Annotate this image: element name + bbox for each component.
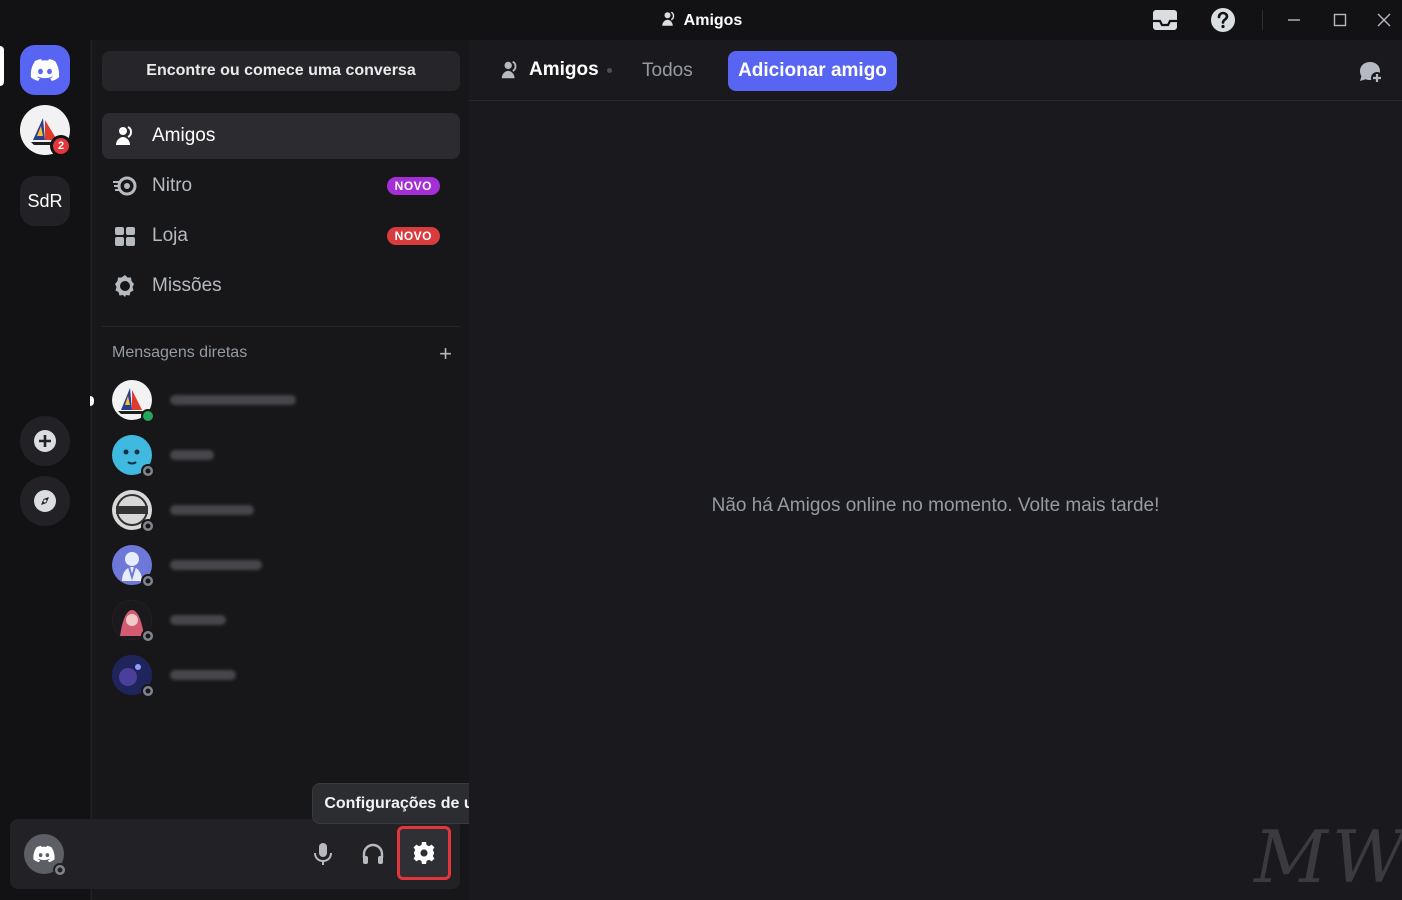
quests-icon bbox=[112, 273, 138, 299]
server-1-button[interactable]: 2 bbox=[20, 105, 72, 157]
unread-indicator bbox=[90, 396, 94, 406]
new-badge-shop: NOVO bbox=[386, 227, 440, 245]
friends-icon bbox=[112, 123, 138, 149]
gear-icon bbox=[413, 842, 435, 864]
window-title: Amigos bbox=[0, 10, 1402, 30]
dm-name-redacted bbox=[170, 450, 214, 460]
direct-messages-header: Mensagens diretas + bbox=[112, 341, 452, 367]
minimize-icon bbox=[1288, 19, 1300, 21]
dm-item[interactable] bbox=[102, 485, 460, 535]
dm-item[interactable] bbox=[102, 540, 460, 590]
explore-servers-button[interactable] bbox=[20, 476, 70, 526]
nitro-icon bbox=[112, 173, 138, 199]
help-button[interactable] bbox=[1208, 6, 1238, 34]
window-title-text: Amigos bbox=[683, 12, 743, 29]
compass-icon bbox=[34, 490, 56, 512]
nav-item-quests[interactable]: Missões bbox=[102, 263, 460, 309]
nav-item-nitro[interactable]: Nitro NOVO bbox=[102, 163, 460, 209]
dm-name-redacted bbox=[170, 615, 226, 625]
nav-label-shop: Loja bbox=[152, 225, 188, 246]
nav-label-friends: Amigos bbox=[152, 125, 216, 146]
user-avatar[interactable] bbox=[24, 834, 67, 877]
headphones-icon bbox=[362, 843, 384, 864]
dm-item[interactable] bbox=[102, 650, 460, 700]
microphone-icon bbox=[314, 843, 332, 865]
close-icon bbox=[1377, 13, 1391, 27]
user-panel bbox=[10, 819, 460, 889]
avatar bbox=[112, 545, 155, 588]
selected-pill bbox=[0, 46, 4, 86]
friends-header: Amigos Todos Adicionar amigo bbox=[469, 40, 1402, 101]
discord-icon bbox=[33, 845, 55, 863]
inbox-icon bbox=[1153, 10, 1177, 30]
dm-name-redacted bbox=[170, 560, 262, 570]
create-dm-button[interactable]: + bbox=[439, 341, 452, 367]
titlebar-divider bbox=[1262, 10, 1263, 30]
dm-name-redacted bbox=[170, 505, 254, 515]
avatar bbox=[112, 655, 155, 698]
mute-button[interactable] bbox=[303, 834, 343, 874]
dm-name-redacted bbox=[170, 395, 296, 405]
add-friend-button[interactable]: Adicionar amigo bbox=[728, 51, 897, 91]
discord-icon bbox=[30, 59, 60, 81]
avatar bbox=[112, 600, 155, 643]
friends-title: Amigos bbox=[499, 59, 599, 81]
dm-item[interactable] bbox=[102, 375, 460, 425]
friends-icon bbox=[661, 11, 674, 26]
home-button[interactable] bbox=[20, 45, 70, 95]
friends-icon bbox=[501, 60, 517, 79]
maximize-icon bbox=[1333, 13, 1347, 27]
shop-icon bbox=[112, 223, 138, 249]
deafen-button[interactable] bbox=[353, 834, 393, 874]
direct-messages-label: Mensagens diretas bbox=[112, 344, 248, 361]
main-content: Amigos Todos Adicionar amigo Não há Amig… bbox=[469, 40, 1402, 900]
mention-badge: 2 bbox=[53, 138, 69, 154]
watermark-logo: MW bbox=[1254, 815, 1402, 899]
channel-sidebar: Encontre ou comece uma conversa Amigos N… bbox=[90, 40, 469, 900]
separator-dot bbox=[607, 68, 612, 73]
new-group-dm-icon bbox=[1360, 62, 1383, 84]
sidebar-divider bbox=[102, 326, 460, 327]
help-icon bbox=[1211, 8, 1235, 32]
status-indicator bbox=[141, 684, 155, 698]
avatar bbox=[112, 490, 155, 533]
add-server-button[interactable] bbox=[20, 416, 70, 466]
dm-name-redacted bbox=[170, 670, 236, 680]
status-indicator bbox=[141, 574, 155, 588]
server-sdr-label: SdR bbox=[27, 190, 63, 211]
dm-item[interactable] bbox=[102, 595, 460, 645]
dm-item[interactable] bbox=[102, 430, 460, 480]
nav-item-friends[interactable]: Amigos bbox=[102, 113, 460, 159]
empty-state-message: Não há Amigos online no momento. Volte m… bbox=[711, 495, 1160, 516]
close-button[interactable] bbox=[1369, 8, 1399, 32]
user-settings-button[interactable] bbox=[397, 826, 451, 880]
nav-item-shop[interactable]: Loja NOVO bbox=[102, 213, 460, 259]
new-group-dm-button[interactable] bbox=[1356, 58, 1384, 86]
server-sdr-button[interactable]: SdR bbox=[20, 176, 70, 226]
status-indicator bbox=[141, 464, 155, 478]
avatar bbox=[112, 435, 155, 478]
avatar bbox=[112, 380, 155, 423]
server-rail: 2 SdR bbox=[0, 40, 90, 900]
plus-circle-icon bbox=[34, 430, 56, 452]
status-indicator bbox=[141, 629, 155, 643]
server-badge-frame: 2 bbox=[50, 135, 72, 157]
nav-label-nitro: Nitro bbox=[152, 175, 193, 196]
nav-label-quests: Missões bbox=[152, 275, 222, 296]
new-badge-nitro: NOVO bbox=[386, 177, 440, 195]
title-bar: Amigos bbox=[0, 0, 1402, 40]
inbox-button[interactable] bbox=[1150, 6, 1180, 34]
status-indicator bbox=[141, 409, 155, 423]
status-indicator bbox=[141, 519, 155, 533]
friends-title-text: Amigos bbox=[529, 59, 599, 80]
tab-all[interactable]: Todos bbox=[642, 60, 693, 82]
find-conversation-button[interactable]: Encontre ou comece uma conversa bbox=[102, 51, 460, 91]
maximize-button[interactable] bbox=[1325, 8, 1355, 32]
minimize-button[interactable] bbox=[1279, 8, 1309, 32]
status-indicator bbox=[53, 863, 67, 877]
